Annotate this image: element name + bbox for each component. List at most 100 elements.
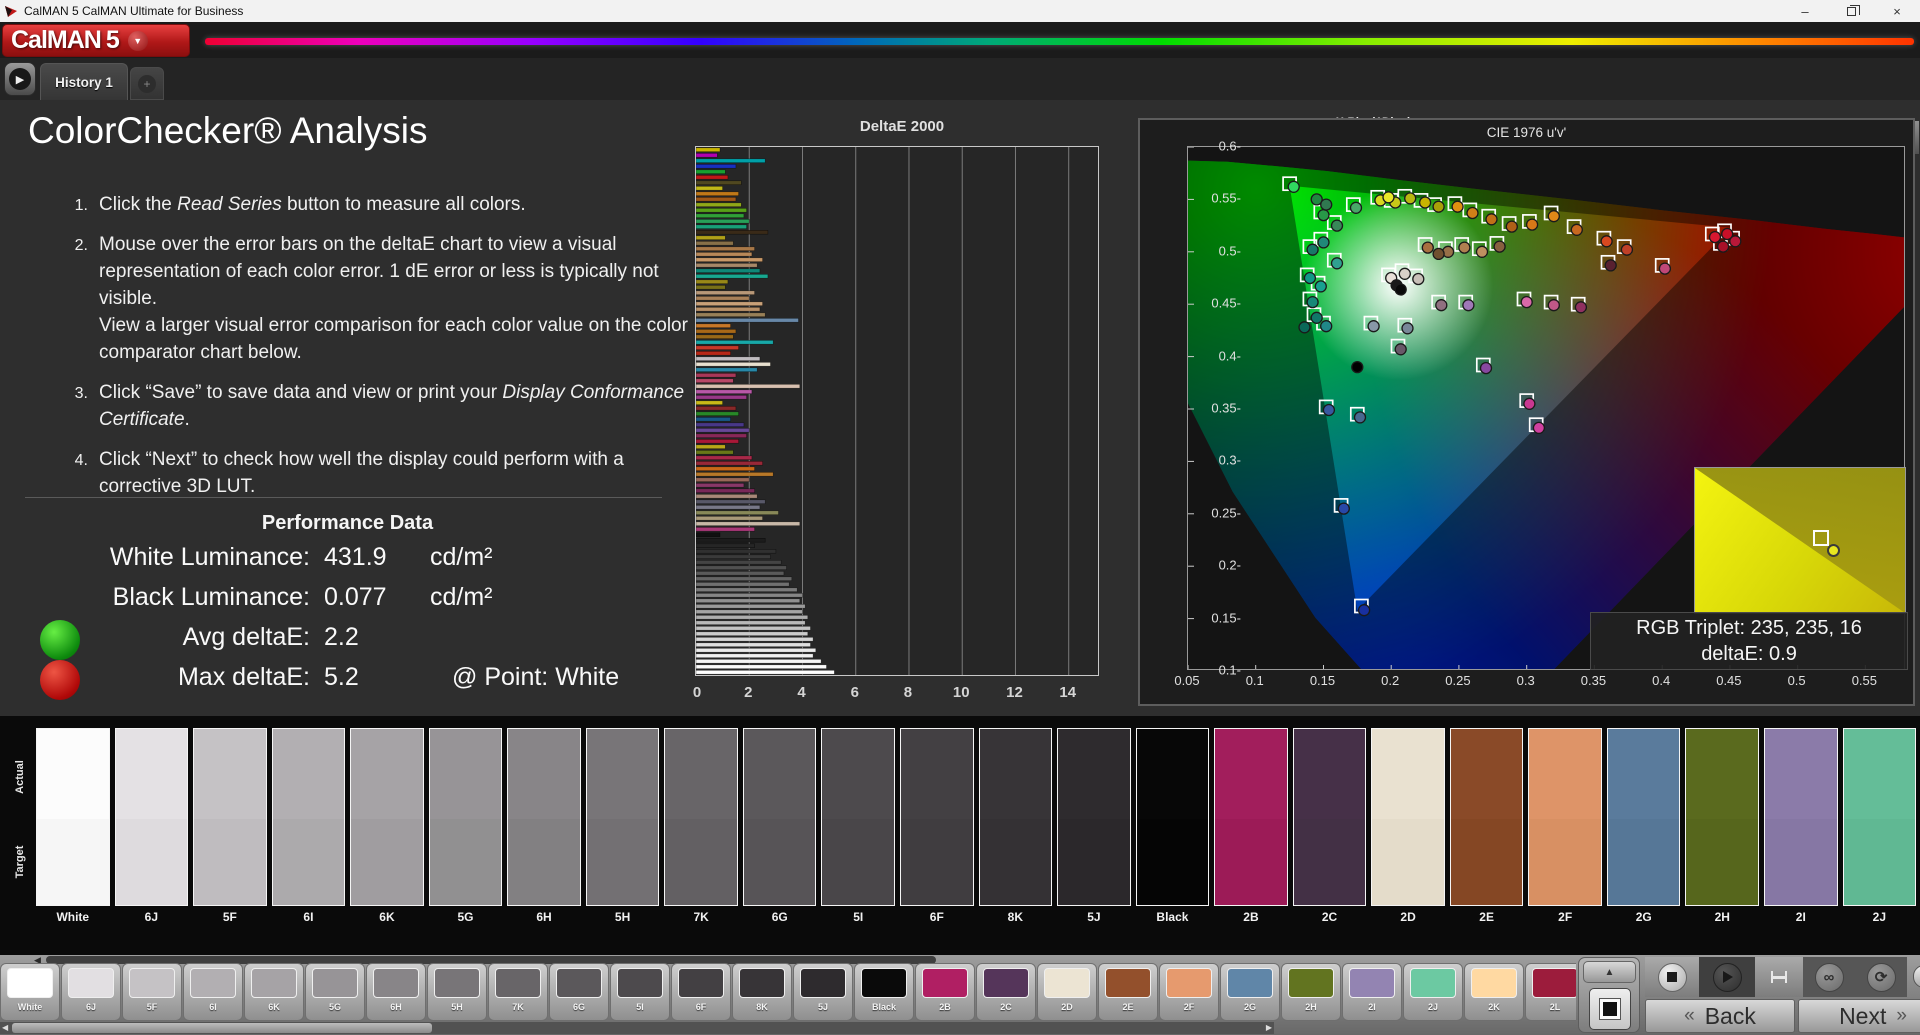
palette-swatch-button[interactable]: 5H <box>427 963 487 1021</box>
color-comparator: Actual Target White6J5F6I6K5G6H5H7K6G5I6… <box>0 716 1920 955</box>
instruction-list: 1.Click the Read Series button to measur… <box>62 192 688 514</box>
swatch-color <box>312 968 358 998</box>
comparator-swatch[interactable] <box>36 728 110 906</box>
comparator-swatch[interactable] <box>586 728 660 906</box>
target-color <box>1529 819 1601 905</box>
swatch-label: 6K <box>268 1002 280 1012</box>
comparator-swatch[interactable] <box>979 728 1053 906</box>
comparator-swatch[interactable] <box>1528 728 1602 906</box>
comparator-swatch[interactable] <box>272 728 346 906</box>
comparator-swatch[interactable] <box>1214 728 1288 906</box>
close-button[interactable]: × <box>1874 0 1920 22</box>
read-interval-button[interactable] <box>1755 957 1803 997</box>
pattern-window-button[interactable] <box>1589 988 1631 1030</box>
palette-swatch-button[interactable]: 2J <box>1403 963 1463 1021</box>
palette-up-button[interactable]: ▲ <box>1583 961 1636 983</box>
swatch-label: 8K <box>979 910 1053 924</box>
scrollbar-thumb[interactable] <box>12 1023 432 1033</box>
workflow-nav-button[interactable]: ▶ <box>4 62 36 96</box>
comparator-swatch[interactable] <box>1057 728 1131 906</box>
palette-swatch-button[interactable]: 2D <box>1037 963 1097 1021</box>
comparator-swatch[interactable] <box>664 728 738 906</box>
restore-button[interactable] <box>1828 0 1874 22</box>
refresh-button[interactable]: ⟳ <box>1855 957 1907 997</box>
swatch-label: 2J <box>1843 910 1917 924</box>
palette-swatch-button[interactable]: 2E <box>1098 963 1158 1021</box>
palette-swatch-button[interactable]: 2L <box>1525 963 1576 1021</box>
deltae-chart-plot[interactable] <box>695 146 1099 676</box>
comparator-swatch[interactable] <box>1450 728 1524 906</box>
palette-swatch-button[interactable]: 6I <box>183 963 243 1021</box>
add-tab-button[interactable]: + <box>130 67 164 100</box>
actual-color <box>1215 729 1287 819</box>
palette-scrollbar-bottom[interactable]: ◀ ▶ <box>0 1022 1274 1034</box>
axis-tick-label: 0.25- <box>1211 505 1241 520</box>
palette-swatch-button[interactable]: 5J <box>793 963 853 1021</box>
palette-swatch-button[interactable]: 7K <box>488 963 548 1021</box>
color-error-inset <box>1694 467 1906 614</box>
next-button[interactable]: Next » <box>1798 999 1920 1033</box>
palette-swatch-button[interactable]: White <box>0 963 60 1021</box>
palette-swatch-button[interactable]: 2H <box>1281 963 1341 1021</box>
palette-swatch-button[interactable]: 5G <box>305 963 365 1021</box>
plus-icon: + <box>138 75 156 93</box>
swatch-color <box>373 968 419 998</box>
refresh-icon: ⟳ <box>1875 968 1888 986</box>
white-luminance-value: 431.9 <box>310 543 422 572</box>
palette-swatch-button[interactable]: 2K <box>1464 963 1524 1021</box>
palette-swatch-button[interactable]: 2G <box>1220 963 1280 1021</box>
tab-history-1[interactable]: History 1 <box>40 63 128 100</box>
palette-swatch-button[interactable]: 2F <box>1159 963 1219 1021</box>
palette-swatch-button[interactable]: 2I <box>1342 963 1402 1021</box>
comparator-swatch[interactable] <box>193 728 267 906</box>
comparator-swatch[interactable] <box>507 728 581 906</box>
read-series-button[interactable] <box>1699 957 1755 997</box>
axis-tick-label: 0.15- <box>1211 610 1241 625</box>
comparator-swatch[interactable] <box>1371 728 1445 906</box>
actual-color <box>1294 729 1366 819</box>
palette-swatch-button[interactable]: 2B <box>915 963 975 1021</box>
actual-color <box>744 729 816 819</box>
palette-swatch-button[interactable]: 6G <box>549 963 609 1021</box>
transport-controls: ∞ ⟳ SAVE <box>1645 957 1920 997</box>
back-button[interactable]: « Back <box>1645 999 1795 1033</box>
inset-target-marker <box>1813 530 1829 546</box>
comparator-swatch[interactable] <box>900 728 974 906</box>
black-luminance-row: Black Luminance: 0.077 cd/m² <box>25 583 670 612</box>
read-continuous-button[interactable]: ∞ <box>1803 957 1855 997</box>
stop-button[interactable] <box>1645 957 1699 997</box>
swatch-label: 2L <box>1550 1002 1561 1012</box>
palette-swatch-button[interactable]: 6K <box>244 963 304 1021</box>
calman-menu-button[interactable]: CalMAN 5 ▼ <box>2 24 190 57</box>
comparator-swatch[interactable] <box>1685 728 1759 906</box>
rgb-triplet-tooltip: RGB Triplet: 235, 235, 16 deltaE: 0.9 <box>1590 612 1908 670</box>
palette-swatch-button[interactable]: 5I <box>610 963 670 1021</box>
palette-swatch-button[interactable]: 6F <box>671 963 731 1021</box>
save-button[interactable]: SAVE <box>1913 965 1920 988</box>
comparator-swatch[interactable] <box>1843 728 1917 906</box>
palette-swatch-button[interactable]: 8K <box>732 963 792 1021</box>
comparator-swatch[interactable] <box>1136 728 1210 906</box>
comparator-swatch[interactable] <box>743 728 817 906</box>
palette-swatch-button[interactable]: 6H <box>366 963 426 1021</box>
chevron-left-icon: « <box>1684 1005 1695 1027</box>
scroll-left-icon[interactable]: ◀ <box>2 1023 8 1032</box>
max-deltae-value: 5.2 <box>310 663 422 692</box>
comparator-swatch[interactable] <box>115 728 189 906</box>
comparator-swatch[interactable] <box>821 728 895 906</box>
palette-swatch-button[interactable]: 2C <box>976 963 1036 1021</box>
comparator-swatch[interactable] <box>429 728 503 906</box>
comparator-swatch[interactable] <box>1293 728 1367 906</box>
scroll-right-icon[interactable]: ▶ <box>1266 1023 1272 1032</box>
actual-color <box>1686 729 1758 819</box>
palette-swatch-button[interactable]: 6J <box>61 963 121 1021</box>
comparator-swatch[interactable] <box>1607 728 1681 906</box>
comparator-swatch[interactable] <box>350 728 424 906</box>
swatch-label: 6F <box>900 910 974 924</box>
actual-color <box>351 729 423 819</box>
palette-swatch-button[interactable]: Black <box>854 963 914 1021</box>
axis-tick-label: 8 <box>904 684 912 701</box>
palette-swatch-button[interactable]: 5F <box>122 963 182 1021</box>
minimize-button[interactable]: – <box>1782 0 1828 22</box>
comparator-swatch[interactable] <box>1764 728 1838 906</box>
